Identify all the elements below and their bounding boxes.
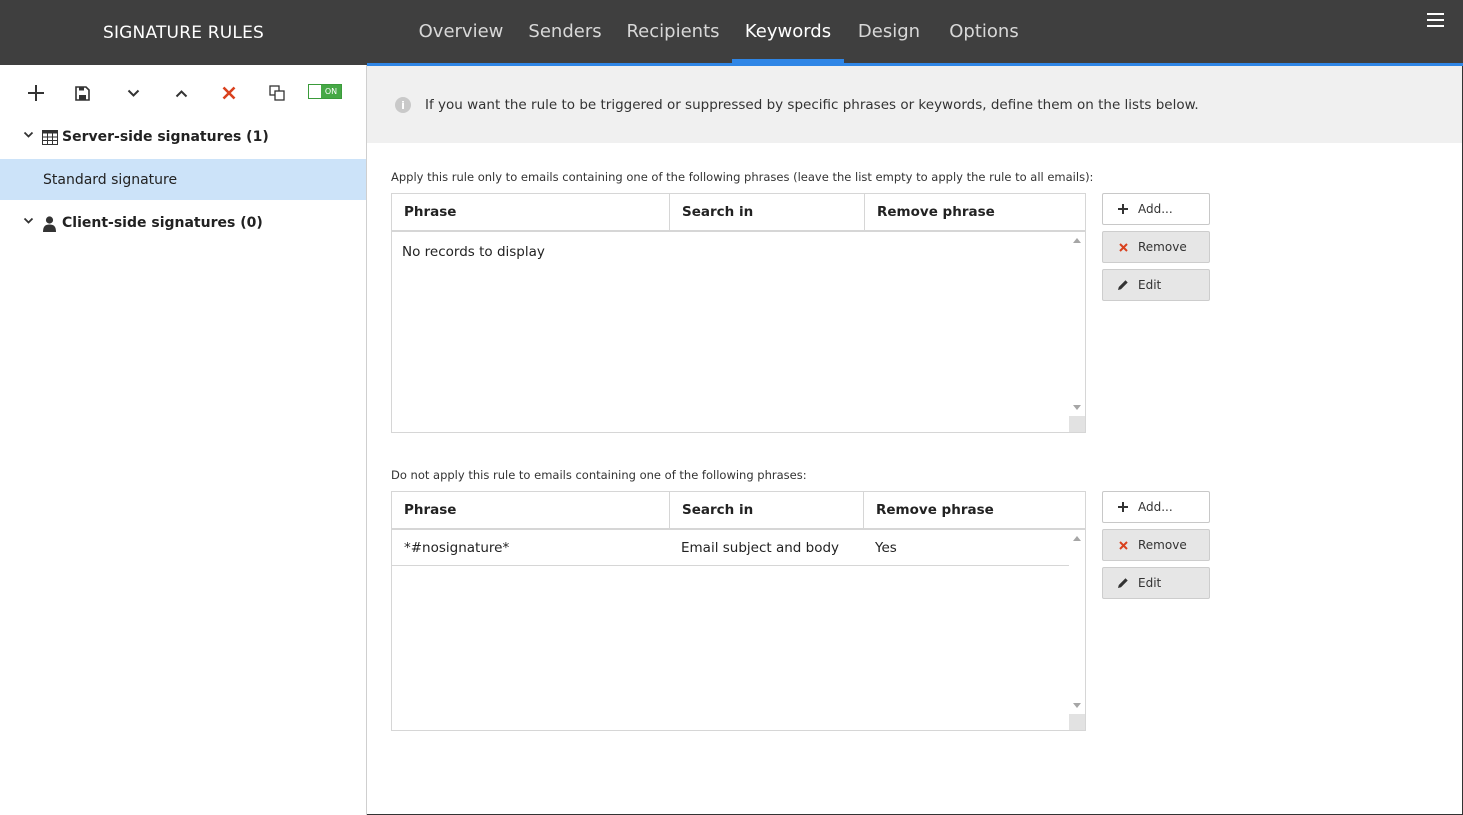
move-down-button[interactable] bbox=[119, 80, 147, 106]
user-icon bbox=[43, 216, 56, 232]
tree-group-server-side[interactable]: Server-side signatures (1) bbox=[0, 122, 366, 154]
move-up-button[interactable] bbox=[167, 80, 195, 106]
add-icon bbox=[1118, 502, 1128, 512]
scroll-down-icon[interactable] bbox=[1073, 703, 1081, 708]
cell-phrase: *#nosignature* bbox=[404, 540, 510, 556]
toggle-knob bbox=[309, 85, 321, 98]
exclude-remove-button[interactable]: Remove bbox=[1102, 529, 1210, 561]
scrollbar-corner bbox=[1069, 416, 1085, 432]
include-list-label: Apply this rule only to emails containin… bbox=[391, 170, 1094, 184]
sidebar: SIGNATURE RULES ON Server-side signature… bbox=[0, 0, 367, 815]
remove-icon bbox=[1118, 242, 1128, 252]
delete-rule-button[interactable] bbox=[215, 80, 243, 106]
column-header-search-in[interactable]: Search in bbox=[669, 492, 863, 528]
pencil-icon bbox=[1118, 280, 1128, 290]
exclude-list-label: Do not apply this rule to emails contain… bbox=[391, 468, 807, 482]
cell-remove-phrase: Yes bbox=[875, 540, 897, 556]
toggle-label: ON bbox=[321, 85, 341, 98]
cell-search-in: Email subject and body bbox=[681, 540, 840, 556]
tab-options[interactable]: Options bbox=[938, 0, 1030, 63]
hamburger-icon[interactable] bbox=[1426, 11, 1446, 29]
scroll-up-icon[interactable] bbox=[1073, 536, 1081, 541]
duplicate-rule-button[interactable] bbox=[263, 80, 291, 106]
include-remove-button[interactable]: Remove bbox=[1102, 231, 1210, 263]
tab-senders[interactable]: Senders bbox=[520, 0, 610, 63]
tab-keywords[interactable]: Keywords bbox=[732, 0, 844, 63]
grid-header: Phrase Search in Remove phrase bbox=[392, 492, 1085, 530]
rule-enabled-toggle[interactable]: ON bbox=[308, 84, 342, 99]
tree-group-client-side[interactable]: Client-side signatures (0) bbox=[0, 208, 366, 240]
exclude-phrases-grid: Phrase Search in Remove phrase *#nosigna… bbox=[391, 491, 1086, 731]
add-icon bbox=[1118, 204, 1128, 214]
sidebar-title: SIGNATURE RULES bbox=[0, 0, 367, 65]
info-text: If you want the rule to be triggered or … bbox=[425, 97, 1199, 113]
button-label: Edit bbox=[1138, 576, 1162, 590]
server-icon bbox=[42, 130, 58, 145]
grid-body: *#nosignature* Email subject and body Ye… bbox=[392, 530, 1069, 730]
add-icon bbox=[28, 85, 44, 101]
grid-header: Phrase Search in Remove phrase bbox=[392, 194, 1085, 232]
duplicate-icon bbox=[269, 85, 285, 101]
exclude-edit-button[interactable]: Edit bbox=[1102, 567, 1210, 599]
info-bar: i If you want the rule to be triggered o… bbox=[367, 66, 1462, 143]
column-header-search-in[interactable]: Search in bbox=[669, 194, 864, 230]
exclude-add-button[interactable]: Add... bbox=[1102, 491, 1210, 523]
scroll-up-icon[interactable] bbox=[1073, 238, 1081, 243]
empty-message: No records to display bbox=[402, 244, 545, 260]
scroll-down-icon[interactable] bbox=[1073, 405, 1081, 410]
table-row[interactable]: *#nosignature* Email subject and body Ye… bbox=[392, 530, 1069, 566]
info-icon: i bbox=[395, 97, 411, 113]
tree-item-label: Standard signature bbox=[43, 171, 178, 188]
remove-icon bbox=[1118, 540, 1128, 550]
column-header-remove-phrase[interactable]: Remove phrase bbox=[863, 492, 1085, 528]
grid-scrollbar[interactable] bbox=[1069, 232, 1085, 432]
tree-group-label: Server-side signatures (1) bbox=[62, 129, 269, 145]
include-phrases-grid: Phrase Search in Remove phrase No record… bbox=[391, 193, 1086, 433]
delete-icon bbox=[222, 86, 236, 100]
tree-item-standard-signature[interactable]: Standard signature bbox=[0, 159, 366, 200]
chevron-down-icon bbox=[23, 217, 34, 224]
tab-recipients[interactable]: Recipients bbox=[618, 0, 728, 63]
button-label: Add... bbox=[1138, 500, 1173, 514]
chevron-up-icon bbox=[175, 89, 187, 97]
include-edit-button[interactable]: Edit bbox=[1102, 269, 1210, 301]
tree-group-label: Client-side signatures (0) bbox=[62, 215, 263, 231]
grid-scrollbar[interactable] bbox=[1069, 530, 1085, 730]
button-label: Edit bbox=[1138, 278, 1162, 292]
column-header-phrase[interactable]: Phrase bbox=[392, 492, 669, 528]
tab-design[interactable]: Design bbox=[848, 0, 930, 63]
chevron-down-icon bbox=[23, 131, 34, 138]
chevron-down-icon bbox=[127, 89, 139, 97]
tab-overview[interactable]: Overview bbox=[410, 0, 512, 63]
add-rule-button[interactable] bbox=[22, 80, 50, 106]
button-label: Add... bbox=[1138, 202, 1173, 216]
button-label: Remove bbox=[1138, 538, 1187, 552]
grid-body: No records to display bbox=[392, 232, 1069, 432]
column-header-phrase[interactable]: Phrase bbox=[392, 194, 669, 230]
scrollbar-corner bbox=[1069, 714, 1085, 730]
save-button[interactable] bbox=[68, 80, 96, 106]
column-header-remove-phrase[interactable]: Remove phrase bbox=[864, 194, 1085, 230]
save-icon bbox=[74, 85, 90, 101]
button-label: Remove bbox=[1138, 240, 1187, 254]
pencil-icon bbox=[1118, 578, 1128, 588]
include-add-button[interactable]: Add... bbox=[1102, 193, 1210, 225]
